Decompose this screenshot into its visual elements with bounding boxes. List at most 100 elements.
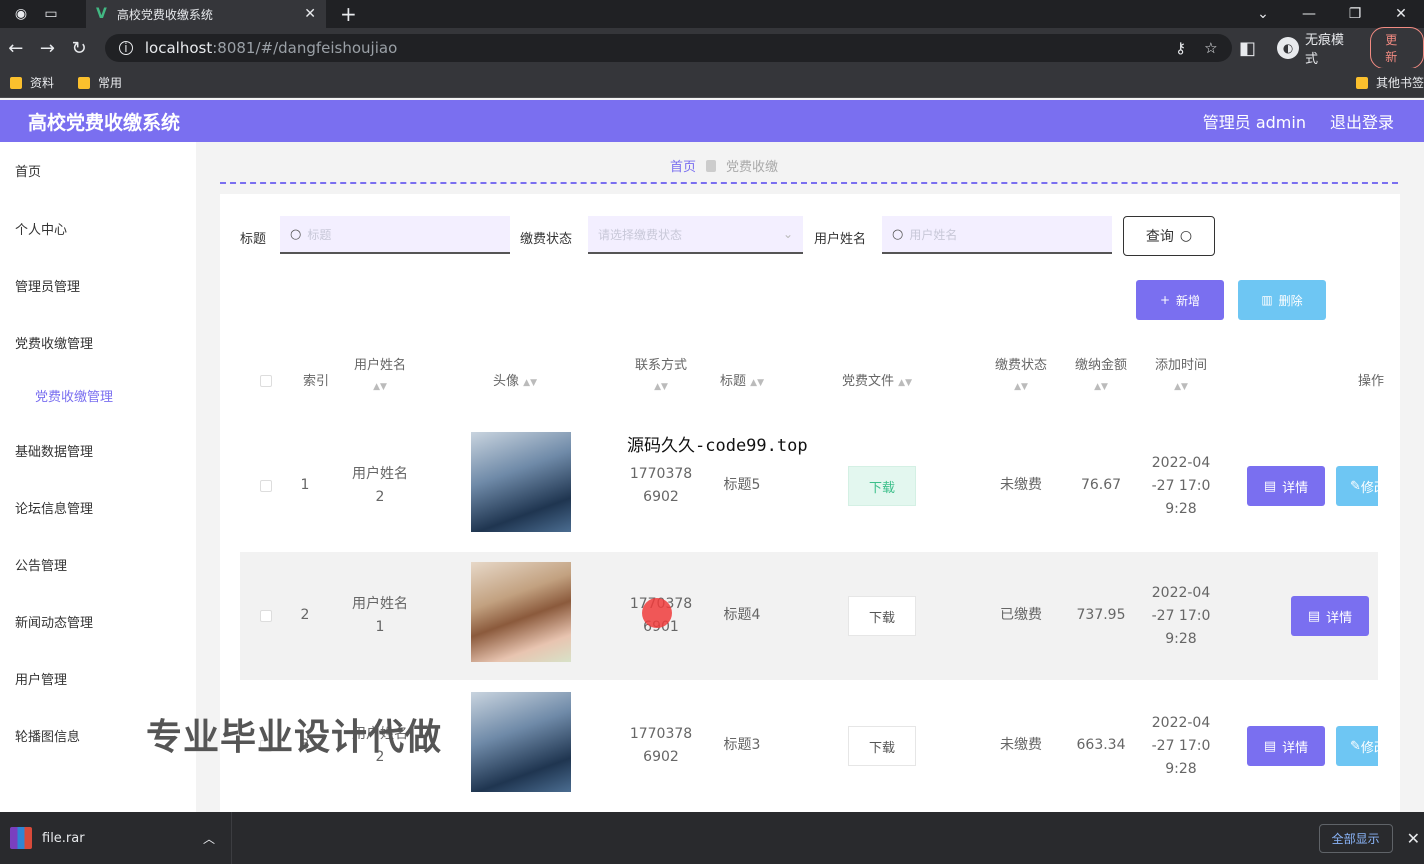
detail-button[interactable]: ▤ 详情 [1247,466,1325,506]
edit-label: 修改 [1360,740,1378,756]
sidebar-item-notice[interactable]: 公告管理 [15,555,67,574]
cell-time-line: 2022-04 [1151,455,1211,471]
avatar-image[interactable] [471,432,571,532]
url-field[interactable]: i localhost :8081/#/dangfeishoujiao ⚷ ☆ [104,34,1232,62]
th-status[interactable]: 缴费状态 ▲▼ [988,356,1054,397]
sidebar-item-news[interactable]: 新闻动态管理 [15,612,93,631]
new-tab-icon[interactable]: + [340,2,357,26]
breadcrumb-home[interactable]: 首页 [670,156,696,175]
edit-button[interactable]: ✎修改 [1336,466,1378,506]
cell-status: 已缴费 [1000,607,1042,623]
reload-icon[interactable]: ↻ [63,38,95,59]
bookmark-folder[interactable]: 资料 [10,74,54,91]
sidebar-item-home[interactable]: 首页 [15,161,41,180]
cell-time-line: 9:28 [1165,631,1197,647]
sort-icon[interactable]: ▲▼ [1094,382,1108,392]
cell-contact-line: 6902 [643,749,679,765]
chevron-up-icon[interactable]: ︿ [203,830,215,847]
sidebar-item-profile[interactable]: 个人中心 [15,219,67,238]
close-window-icon[interactable]: ✕ [1378,6,1424,22]
globe-icon[interactable]: ◉ [12,5,30,23]
cell-status: 未缴费 [1000,477,1042,493]
row-checkbox[interactable] [260,480,272,492]
select-all-checkbox[interactable] [260,375,272,387]
sidebar-item-users[interactable]: 用户管理 [15,669,67,688]
star-icon[interactable]: ☆ [1204,39,1217,57]
sort-icon[interactable]: ▲▼ [1014,382,1028,392]
key-icon[interactable]: ⚷ [1175,39,1186,57]
other-bookmarks[interactable]: 其他书签 [1355,74,1424,91]
back-icon[interactable]: ← [0,38,32,59]
name-search-input[interactable]: ○ 用户姓名 [882,216,1112,254]
document-icon: ▤ [1307,608,1321,624]
cell-time-line: 9:28 [1165,761,1197,777]
title-search-input[interactable]: ○ 标题 [280,216,510,254]
incognito-indicator[interactable]: ◐ 无痕模式 [1277,29,1356,67]
breadcrumb-current: 党费收缴 [726,160,779,175]
sort-icon[interactable]: ▲▼ [523,378,537,388]
cell-contact: 1770378 6902 [624,723,698,769]
minimize-icon[interactable]: — [1286,6,1332,22]
title-placeholder: 标题 [307,227,332,242]
show-all-button[interactable]: 全部显示 [1318,823,1393,853]
th-file[interactable]: 党费文件 ▲▼ [832,372,922,393]
info-icon[interactable]: i [118,41,133,55]
sidebar-item-fee-management[interactable]: 党费收缴管理 [15,333,93,352]
th-avatar[interactable]: 头像 ▲▼ [480,372,550,393]
query-button[interactable]: 查询 ○ [1123,216,1215,256]
browser-tab[interactable]: V 高校党费收缴系统 ✕ [86,0,326,28]
sidepanel-icon[interactable]: ◧ [1232,38,1264,59]
cell-time-line: 2022-04 [1151,715,1211,731]
cell-time: 2022-04 -27 17:0 9:28 [1148,452,1214,521]
restore-icon[interactable]: ❐ [1332,6,1378,22]
window-icon[interactable]: ▭ [42,5,60,23]
download-filename: file.rar [42,830,85,846]
sidebar-item-carousel[interactable]: 轮播图信息 [15,726,80,745]
avatar-image[interactable] [471,562,571,662]
edit-button[interactable]: ✎修改 [1336,726,1378,766]
status-select[interactable]: 请选择缴费状态 ⌄ [588,216,803,254]
delete-label: 删除 [1278,293,1303,308]
add-button[interactable]: + 新增 [1136,280,1224,320]
avatar-image[interactable] [471,692,571,792]
logout-link[interactable]: 退出登录 [1330,109,1394,133]
download-button[interactable]: 下载 [848,596,916,636]
sidebar-subitem-fee-management[interactable]: 党费收缴管理 [35,386,113,405]
detail-button[interactable]: ▤ 详情 [1291,596,1369,636]
th-title[interactable]: 标题 ▲▼ [710,372,774,393]
th-time[interactable]: 添加时间 ▲▼ [1148,356,1214,397]
sidebar-item-admin[interactable]: 管理员管理 [15,276,80,295]
th-amount[interactable]: 缴纳金额 ▲▼ [1068,356,1134,397]
name-placeholder: 用户姓名 [909,227,958,242]
delete-button[interactable]: ▥ 删除 [1238,280,1326,320]
search-icon: ○ [1179,228,1193,244]
sort-icon[interactable]: ▲▼ [654,382,668,392]
bookmark-folder[interactable]: 常用 [78,74,122,91]
sidebar-item-forum[interactable]: 论坛信息管理 [15,498,93,517]
update-button[interactable]: 更新 [1370,27,1424,69]
cell-username: 用户姓名 1 [344,593,416,639]
rar-file-icon [10,827,32,849]
close-icon[interactable]: ✕ [1407,829,1420,848]
th-contact[interactable]: 联系方式 ▲▼ [624,356,698,397]
th-username[interactable]: 用户姓名 ▲▼ [344,356,416,397]
cell-username: 用户姓名 2 [344,463,416,509]
sort-icon[interactable]: ▲▼ [750,378,764,388]
sidebar-item-base-data[interactable]: 基础数据管理 [15,441,93,460]
th-ops: 操作 [1358,372,1400,392]
forward-icon[interactable]: → [32,38,64,59]
sort-icon[interactable]: ▲▼ [898,378,912,388]
detail-button[interactable]: ▤ 详情 [1247,726,1325,766]
sort-icon[interactable]: ▲▼ [373,382,387,392]
url-host: localhost [144,39,213,57]
document-icon: ▤ [1263,478,1277,494]
download-button[interactable]: 下载 [848,466,916,506]
th-index[interactable]: 索引 [296,372,336,392]
download-button[interactable]: 下载 [848,726,916,766]
chevron-down-icon[interactable]: ⌄ [1240,6,1286,22]
plus-icon: + [1159,293,1171,307]
close-tab-icon[interactable]: ✕ [304,6,316,22]
download-item[interactable]: file.rar ︿ [10,812,232,864]
row-checkbox[interactable] [260,610,272,622]
sort-icon[interactable]: ▲▼ [1174,382,1188,392]
